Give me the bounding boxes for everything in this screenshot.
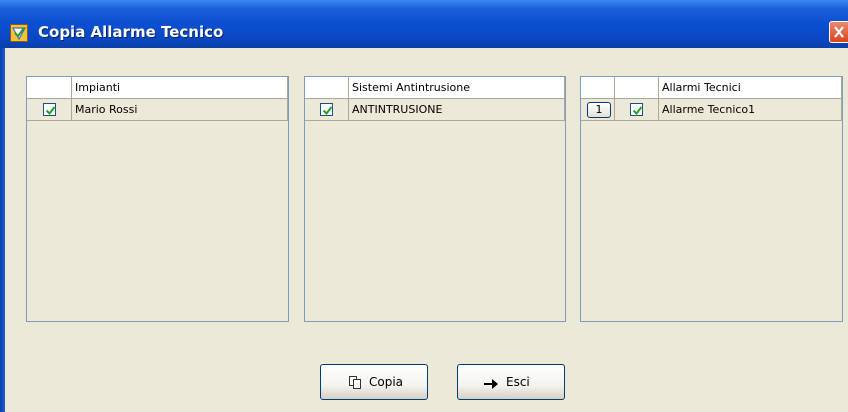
copy-button[interactable]: Copia [320,364,428,400]
allarme-name: Allarme Tecnico1 [662,103,756,116]
impianto-name: Mario Rossi [75,103,138,116]
exit-button[interactable]: Esci [457,364,565,400]
header-label: Allarmi Tecnici [662,81,741,94]
table-row[interactable]: Allarme Tecnico1 [659,99,842,121]
checkbox-column-header[interactable] [615,77,659,99]
table-row-checkbox-cell[interactable] [27,99,72,121]
impianti-column-header[interactable]: Impianti [72,77,288,99]
checkmark-icon [322,106,333,116]
table-row[interactable]: Mario Rossi [72,99,288,121]
sistemi-table: Sistemi Antintrusione ANTINTRUSIONE [304,76,566,322]
arrow-right-icon [484,378,498,392]
row-checkbox[interactable] [43,103,56,116]
checkmark-icon [632,106,643,116]
header-label: Sistemi Antintrusione [352,81,471,94]
exit-button-label: Esci [506,375,530,389]
impianti-table: Impianti Mario Rossi [26,76,289,322]
table-row-number-cell[interactable]: 1 [581,99,615,121]
allarmi-table: Allarmi Tecnici 1 Allarme Tecnico1 [580,76,843,322]
close-button[interactable] [829,21,848,43]
row-number-button[interactable]: 1 [587,102,611,118]
close-icon [834,26,844,38]
sistemi-column-header[interactable]: Sistemi Antintrusione [349,77,565,99]
table-row-checkbox-cell[interactable] [615,99,659,121]
app-icon [10,24,28,42]
number-column-header[interactable] [581,77,615,99]
row-checkbox[interactable] [320,103,333,116]
sistema-name: ANTINTRUSIONE [352,103,443,116]
header-label: Impianti [75,81,121,94]
checkmark-icon [45,106,56,116]
table-row[interactable]: ANTINTRUSIONE [349,99,565,121]
table-row-checkbox-cell[interactable] [305,99,349,121]
allarmi-column-header[interactable]: Allarmi Tecnici [659,77,842,99]
checkbox-column-header[interactable] [305,77,349,99]
row-checkbox[interactable] [630,103,643,116]
window-title: Copia Allarme Tecnico [38,23,224,41]
copy-icon [349,376,361,392]
checkbox-column-header[interactable] [27,77,72,99]
copy-button-label: Copia [369,375,404,389]
title-bar[interactable]: Copia Allarme Tecnico [0,0,848,48]
